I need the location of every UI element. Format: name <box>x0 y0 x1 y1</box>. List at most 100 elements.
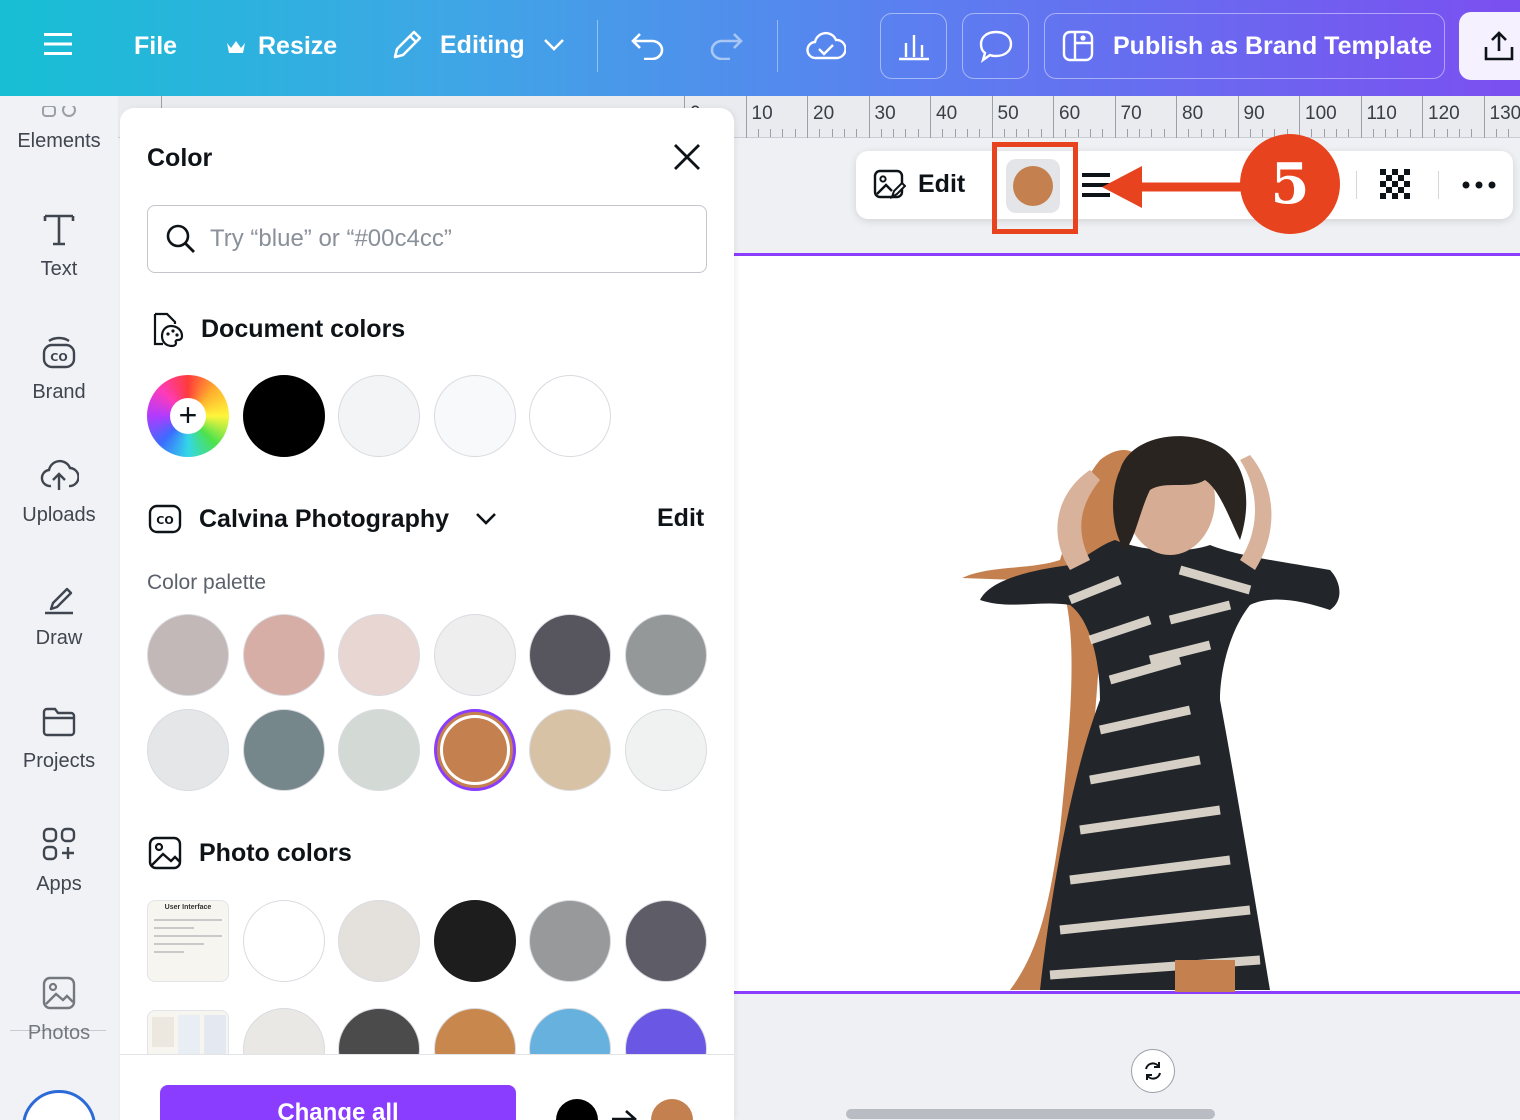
ruler-minor-tick <box>1471 129 1473 137</box>
photo-color-swatch[interactable] <box>338 900 420 982</box>
ruler-minor-tick <box>1249 129 1251 137</box>
brand-palette-swatch[interactable] <box>147 614 229 696</box>
brand-palette-swatch[interactable] <box>242 614 325 696</box>
ruler-label: 50 <box>997 103 1019 124</box>
ruler-minor-tick <box>954 129 956 137</box>
save-status-button[interactable] <box>806 30 846 62</box>
ruler-minor-tick <box>1139 129 1141 137</box>
ruler-label: 10 <box>751 103 773 124</box>
rail-item-uploads[interactable]: Uploads <box>0 456 118 527</box>
edit-image-button[interactable]: Edit <box>872 167 965 201</box>
document-color-swatch[interactable] <box>338 375 420 457</box>
brand-palette-swatch[interactable] <box>529 614 611 696</box>
ruler-minor-tick <box>819 129 821 137</box>
horizontal-scrollbar[interactable] <box>846 1109 1215 1119</box>
svg-text:CO: CO <box>50 351 67 364</box>
photo-color-swatch[interactable] <box>624 900 707 982</box>
brand-palette-swatch[interactable] <box>624 614 707 696</box>
cutout-photo-woman[interactable] <box>950 430 1370 992</box>
ruler-minor-tick <box>1102 129 1104 137</box>
ruler-minor-tick <box>757 129 759 137</box>
file-menu-button[interactable]: File <box>134 32 177 61</box>
apps-grid-icon <box>42 827 76 861</box>
rail-item-elements[interactable]: Elements <box>0 106 118 153</box>
plus-icon: + <box>170 398 206 434</box>
change-all-button[interactable]: Change all <box>160 1085 516 1120</box>
rail-item-apps[interactable]: Apps <box>0 825 118 896</box>
cloud-check-icon <box>806 31 846 60</box>
ruler-tick <box>745 96 747 138</box>
publish-brand-template-button[interactable]: Publish as Brand Template <box>1044 13 1445 79</box>
ruler-minor-tick <box>1200 129 1202 137</box>
close-icon[interactable] <box>670 140 704 174</box>
template-icon <box>1062 30 1094 62</box>
rail-item-brand[interactable]: CO Brand <box>0 333 118 404</box>
ruler-minor-tick <box>880 129 882 137</box>
top-bar: File Resize Editing Publish as Brand Tem… <box>0 0 1520 96</box>
photo-color-swatch[interactable] <box>529 900 611 982</box>
rail-item-photos[interactable]: Photos <box>0 974 118 1045</box>
annotation-highlight-box <box>992 142 1078 234</box>
ruler-minor-tick <box>831 129 833 137</box>
chevron-down-icon <box>476 513 496 525</box>
ruler-minor-tick <box>1385 129 1387 137</box>
ruler-minor-tick <box>1188 129 1190 137</box>
ruler-label: 60 <box>1059 103 1081 124</box>
photo-thumbnail[interactable]: User Interface <box>147 900 229 982</box>
brand-palette-swatch[interactable] <box>242 709 325 791</box>
undo-button[interactable] <box>630 30 666 60</box>
speech-bubble-icon <box>979 30 1012 63</box>
ruler-minor-tick <box>1335 129 1337 137</box>
ruler-minor-tick <box>1089 129 1091 137</box>
ruler-minor-tick <box>843 129 845 137</box>
document-color-swatch[interactable] <box>433 375 516 457</box>
ruler-minor-tick <box>1495 129 1497 137</box>
brand-palette-swatch[interactable] <box>433 709 516 791</box>
brand-palette-swatch[interactable] <box>338 709 420 791</box>
ruler-tick <box>1299 96 1300 138</box>
redo-button[interactable] <box>708 30 744 60</box>
resize-button[interactable]: Resize <box>226 32 337 61</box>
rotate-button[interactable] <box>1131 1049 1175 1093</box>
more-options-icon[interactable] <box>1462 181 1496 189</box>
separator <box>1356 171 1357 199</box>
ruler-tick <box>1114 96 1116 138</box>
photo-color-swatch[interactable] <box>242 900 325 982</box>
hamburger-icon <box>44 33 72 55</box>
magic-assistant-button[interactable] <box>22 1090 96 1120</box>
brand-palette-swatch[interactable] <box>338 614 420 696</box>
document-color-swatch[interactable] <box>529 375 611 457</box>
transparency-icon[interactable] <box>1378 167 1414 203</box>
document-color-swatch[interactable] <box>242 375 325 457</box>
menu-button[interactable] <box>44 31 72 57</box>
share-button[interactable] <box>1459 12 1520 80</box>
rail-item-draw[interactable]: Draw <box>0 579 118 650</box>
document-colors-heading: Document colors <box>147 310 405 348</box>
ruler-tick <box>1237 96 1239 138</box>
brand-kit-heading[interactable]: CO Calvina Photography <box>147 501 513 537</box>
editing-mode-dropdown[interactable]: Editing <box>390 28 565 62</box>
ruler-minor-tick <box>1003 129 1005 137</box>
rail-item-projects[interactable]: Projects <box>0 702 118 773</box>
ruler-label: 40 <box>936 103 958 124</box>
ruler-minor-tick <box>1151 129 1153 137</box>
chevron-down-icon <box>543 39 564 51</box>
brand-palette-swatch[interactable] <box>529 709 611 791</box>
ruler-minor-tick <box>1077 129 1079 137</box>
rail-item-text[interactable]: Text <box>0 210 118 281</box>
brand-kit-edit-button[interactable]: Edit <box>657 504 704 533</box>
photo-color-swatch[interactable] <box>433 900 516 982</box>
bar-chart-icon <box>898 35 929 61</box>
text-icon <box>43 214 75 246</box>
palette-document-icon <box>153 312 184 348</box>
comments-button[interactable] <box>962 13 1029 79</box>
color-search-input[interactable] <box>210 225 680 253</box>
brand-palette-swatch[interactable] <box>433 614 516 696</box>
brand-palette-swatch[interactable] <box>624 709 707 791</box>
photos-icon <box>42 976 76 1010</box>
add-color-button[interactable]: + <box>147 375 229 457</box>
ruler-minor-tick <box>1040 129 1042 137</box>
brand-palette-swatch[interactable] <box>147 709 229 791</box>
insights-button[interactable] <box>880 13 947 79</box>
arrow-right-icon <box>612 1110 637 1120</box>
